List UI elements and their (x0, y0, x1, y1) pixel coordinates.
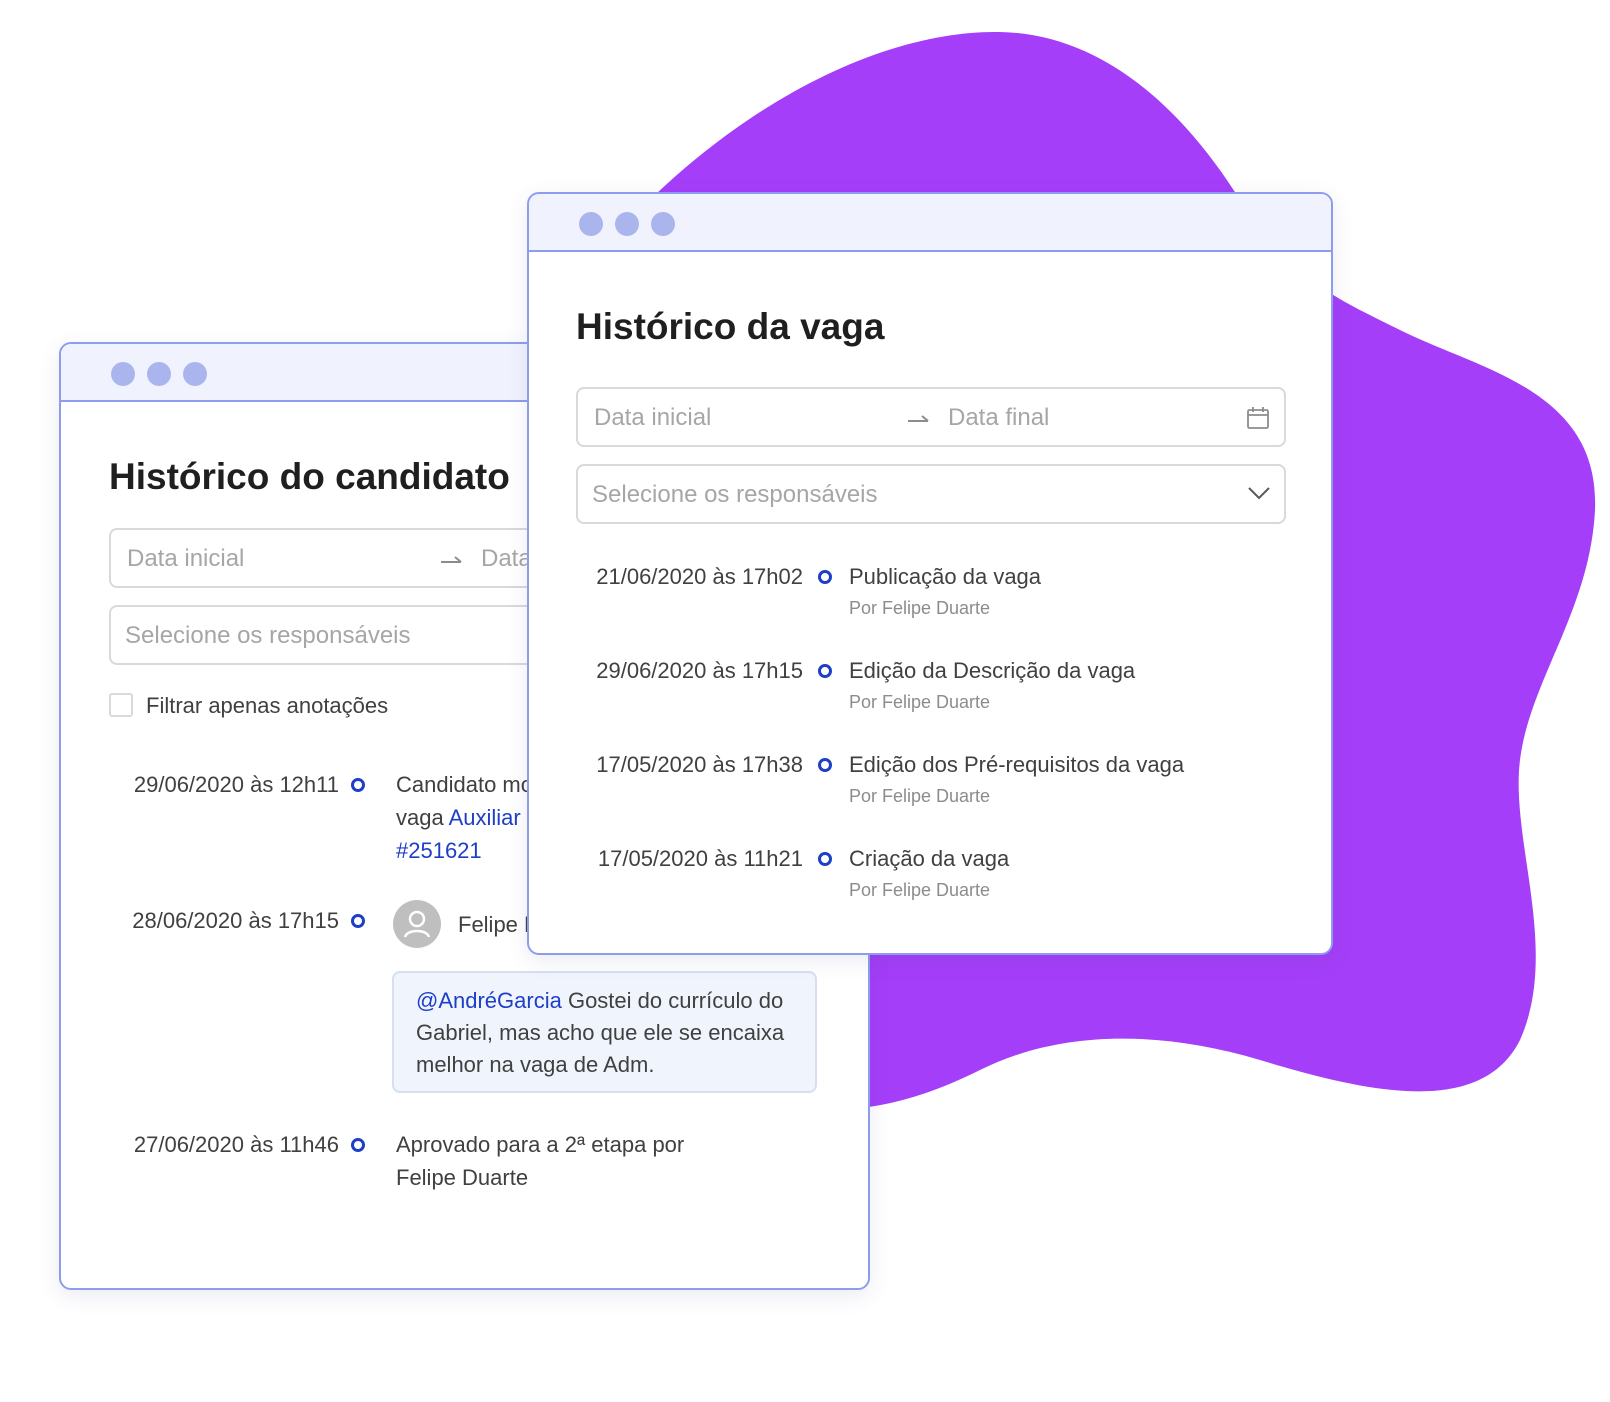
timeline-author: Por Felipe Duarte (849, 786, 991, 806)
timeline-author: Por Felipe Duarte (849, 880, 991, 900)
window-dot[interactable] (183, 362, 207, 386)
avatar (393, 900, 441, 948)
timeline-dot (351, 914, 365, 928)
timeline-date: 17/05/2020 às 17h38 (596, 752, 803, 777)
date-range-input[interactable]: Data inicial Data final (576, 387, 1286, 447)
page-title: Histórico do candidato (109, 456, 510, 497)
date-end-placeholder: Data final (948, 404, 1050, 431)
window-dot[interactable] (111, 362, 135, 386)
timeline-line: Felipe Duarte (396, 1165, 529, 1190)
timeline-event: Criação da vaga (849, 846, 1010, 871)
job-link[interactable]: Auxiliar (449, 805, 521, 830)
window-dot[interactable] (651, 212, 675, 236)
timeline-event: Edição da Descrição da vaga (849, 658, 1136, 683)
responsible-placeholder: Selecione os responsáveis (125, 622, 411, 649)
calendar-icon[interactable] (1246, 406, 1270, 430)
responsible-placeholder: Selecione os responsáveis (592, 481, 878, 508)
timeline-date: 29/06/2020 às 12h11 (133, 772, 339, 797)
window-dot[interactable] (147, 362, 171, 386)
date-start-placeholder: Data inicial (594, 404, 712, 431)
timeline-dot (818, 852, 832, 866)
timeline-event: Edição dos Pré-requisitos da vaga (849, 752, 1185, 777)
window-titlebar (529, 194, 1331, 252)
timeline-dot (351, 1138, 365, 1152)
timeline-date: 27/06/2020 às 11h46 (133, 1132, 339, 1157)
timeline-date: 17/05/2020 às 11h21 (597, 846, 803, 871)
user-icon (403, 910, 431, 938)
timeline-date: 28/06/2020 às 17h15 (132, 908, 339, 933)
date-end-placeholder: Data (481, 545, 532, 572)
timeline-date: 29/06/2020 às 17h15 (596, 658, 803, 683)
page-title: Histórico da vaga (576, 306, 885, 347)
date-start-placeholder: Data inicial (127, 545, 245, 572)
timeline-event: Publicação da vaga (849, 564, 1042, 589)
job-history-window: Histórico da vaga Data inicial Data fina… (527, 192, 1333, 955)
responsible-select[interactable]: Selecione os responsáveis (576, 464, 1286, 524)
timeline-date: 21/06/2020 às 17h02 (596, 564, 803, 589)
right-arrow-icon (908, 415, 929, 422)
right-arrow-icon (441, 556, 462, 563)
timeline-text-part: vaga (396, 805, 449, 830)
window-dot[interactable] (579, 212, 603, 236)
window-dot[interactable] (615, 212, 639, 236)
timeline-line: Aprovado para a 2ª etapa por (396, 1132, 685, 1157)
chevron-down-icon[interactable] (1248, 486, 1270, 500)
timeline-author: Por Felipe Duarte (849, 692, 991, 712)
filter-annotations-checkbox[interactable] (109, 693, 133, 717)
timeline-dot (818, 570, 832, 584)
timeline-dot (351, 778, 365, 792)
timeline-dot (818, 664, 832, 678)
timeline-text: Aprovado para a 2ª etapa por Felipe Duar… (396, 1128, 816, 1194)
timeline-author: Por Felipe Duarte (849, 598, 991, 618)
filter-annotations-label: Filtrar apenas anotações (146, 693, 389, 718)
annotation-comment: @AndréGarcia Gostei do currículo do Gabr… (392, 971, 817, 1093)
timeline-dot (818, 758, 832, 772)
user-mention-link[interactable]: @AndréGarcia (416, 988, 562, 1013)
